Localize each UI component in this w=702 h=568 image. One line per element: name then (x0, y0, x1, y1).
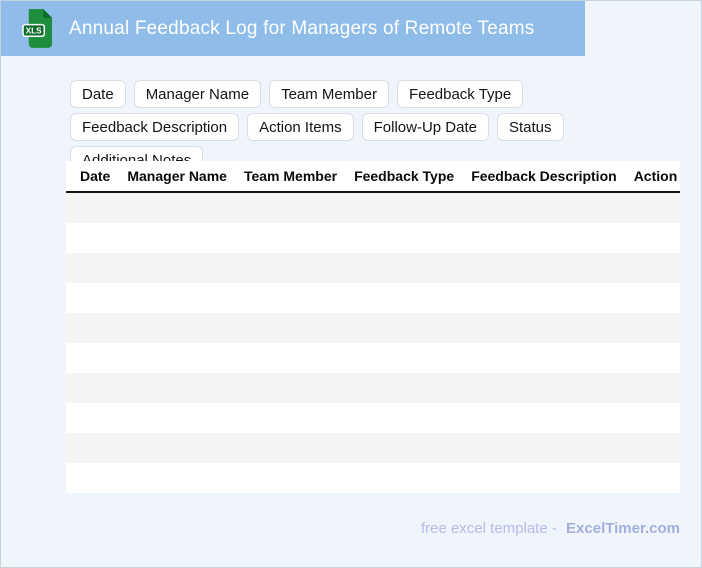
chip-date[interactable]: Date (70, 80, 126, 108)
spreadsheet-preview-table: Date Manager Name Team Member Feedback T… (66, 161, 680, 493)
column-header-feedback-type: Feedback Type (354, 168, 455, 184)
page-title: Annual Feedback Log for Managers of Remo… (69, 17, 535, 39)
template-preview-page: XLS Annual Feedback Log for Managers of … (0, 0, 702, 568)
table-row (66, 253, 680, 283)
column-chip-list: Date Manager Name Team Member Feedback T… (70, 80, 682, 174)
table-row (66, 373, 680, 403)
column-header-team-member: Team Member (243, 168, 338, 184)
table-row (66, 313, 680, 343)
chip-action-items[interactable]: Action Items (247, 113, 354, 141)
footer-brand-link[interactable]: ExcelTimer.com (566, 520, 680, 537)
footer-credit-text: free excel template - (420, 520, 557, 537)
table-header-row: Date Manager Name Team Member Feedback T… (66, 161, 680, 193)
header-bar: XLS Annual Feedback Log for Managers of … (1, 1, 585, 56)
table-row (66, 193, 680, 223)
chip-feedback-type[interactable]: Feedback Type (396, 80, 524, 108)
table-row (66, 223, 680, 253)
column-header-date: Date (80, 168, 111, 184)
column-header-manager-name: Manager Name (127, 168, 227, 184)
column-header-feedback-description: Feedback Description (471, 168, 617, 184)
chip-status[interactable]: Status (496, 113, 564, 141)
xls-file-icon: XLS (22, 9, 53, 48)
chip-team-member[interactable]: Team Member (269, 80, 389, 108)
chip-feedback-description[interactable]: Feedback Description (70, 113, 240, 141)
table-row (66, 283, 680, 313)
table-row (66, 403, 680, 433)
chip-follow-up-date[interactable]: Follow-Up Date (361, 113, 489, 141)
footer-credit: free excel template - ExcelTimer.com (421, 520, 680, 537)
table-row (66, 433, 680, 463)
column-header-action-items: Action Items (633, 168, 680, 184)
xls-icon-label: XLS (26, 27, 43, 36)
table-row (66, 463, 680, 493)
chip-manager-name[interactable]: Manager Name (133, 80, 262, 108)
table-row (66, 343, 680, 373)
